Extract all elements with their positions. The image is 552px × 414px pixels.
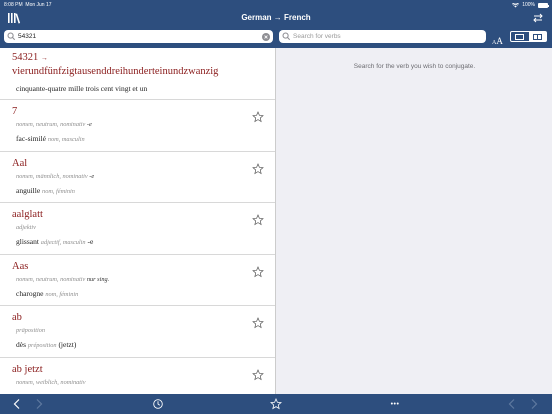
entry-number: 54321 → bbox=[12, 52, 48, 63]
battery-icon bbox=[538, 2, 549, 8]
entry-headword: Aal bbox=[12, 157, 28, 169]
forward-icon[interactable] bbox=[33, 398, 45, 410]
status-date: Mon Jun 17 bbox=[25, 2, 52, 8]
bottom-toolbar: ••• bbox=[0, 394, 552, 414]
list-item[interactable]: aalglatt adjektiv glissant adjectif, mas… bbox=[0, 203, 275, 255]
entry-headword: vierundfünfzigtausenddreihunderteinundzw… bbox=[12, 66, 219, 77]
font-size-large-label: A bbox=[496, 36, 503, 46]
star-icon[interactable] bbox=[252, 111, 264, 123]
search-icon bbox=[282, 32, 291, 41]
dictionary-search-field[interactable]: 54321 bbox=[4, 30, 273, 43]
star-icon[interactable] bbox=[252, 368, 264, 381]
next-entry-icon[interactable] bbox=[528, 398, 540, 410]
list-item[interactable]: 7 nomen, neutrum, nominativ -e fac-simil… bbox=[0, 100, 275, 152]
star-icon[interactable] bbox=[252, 162, 264, 175]
star-icon[interactable] bbox=[252, 265, 264, 278]
entry-grammar: nomen, weiblich, nominativ bbox=[16, 378, 86, 386]
entry-headword: ab bbox=[12, 312, 22, 323]
detail-pane: Search for the verb you wish to conjugat… bbox=[277, 48, 552, 394]
font-size-button[interactable]: AA bbox=[492, 31, 503, 49]
split-pane-icon bbox=[532, 33, 542, 40]
verb-search-input[interactable]: Search for verbs bbox=[293, 33, 486, 40]
entry-headword: aalglatt bbox=[12, 209, 43, 220]
star-icon[interactable] bbox=[252, 214, 264, 226]
entry-headword: 7 bbox=[12, 106, 18, 117]
wifi-icon bbox=[512, 2, 520, 7]
favorites-icon[interactable] bbox=[270, 398, 282, 410]
status-right: 100% bbox=[512, 2, 549, 8]
verb-search-field[interactable]: Search for verbs bbox=[279, 30, 486, 43]
star-icon[interactable] bbox=[252, 317, 264, 329]
entry-translation: glissant adjectif, masculin -e bbox=[16, 237, 94, 246]
entry-translation: fac-similé nom, masculin bbox=[16, 134, 85, 143]
status-bar: 8:08 PM Mon Jun 17 100% bbox=[0, 0, 552, 9]
list-item[interactable]: ab präposition dès préposition (jetzt) bbox=[0, 306, 275, 358]
more-icon[interactable]: ••• bbox=[387, 398, 403, 410]
clear-search-icon[interactable] bbox=[262, 32, 270, 41]
entry-grammar: präposition bbox=[16, 327, 46, 334]
arrow-icon: → bbox=[40, 54, 48, 62]
entry-grammar: nomen, männlich, nominativ -e bbox=[16, 172, 95, 180]
list-item[interactable]: 54321 → vierundfünfzigtausenddreihundert… bbox=[0, 48, 275, 100]
history-icon[interactable] bbox=[152, 398, 164, 410]
single-pane-layout-button[interactable] bbox=[511, 32, 529, 41]
page-title: German → French bbox=[241, 13, 311, 22]
navigation-bar: 8:08 PM Mon Jun 17 100% German → French … bbox=[0, 0, 552, 48]
entry-translation: charogne nom, féminin bbox=[16, 288, 79, 298]
split-pane-layout-button[interactable] bbox=[528, 32, 546, 41]
previous-entry-icon[interactable] bbox=[506, 398, 518, 410]
search-input[interactable]: 54321 bbox=[18, 33, 262, 40]
entry-translation: cinquante-quatre mille trois cent vingt … bbox=[16, 84, 148, 93]
layout-segmented-control[interactable] bbox=[510, 31, 547, 42]
entry-headword: ab jetzt bbox=[12, 363, 43, 375]
list-item[interactable]: Aas nomen, neutrum, nominativ nur sing. … bbox=[0, 255, 275, 306]
swap-languages-icon[interactable] bbox=[532, 12, 544, 24]
entry-grammar: nomen, neutrum, nominativ nur sing. bbox=[16, 275, 110, 283]
entry-translation: anguille nom, féminin bbox=[16, 185, 75, 195]
search-icon bbox=[7, 32, 16, 41]
conjugation-hint: Search for the verb you wish to conjugat… bbox=[353, 63, 476, 70]
entry-grammar: adjektiv bbox=[16, 224, 36, 231]
entry-headword: Aas bbox=[12, 260, 29, 272]
list-item[interactable]: ab jetzt nomen, weiblich, nominativ bbox=[0, 358, 275, 395]
entry-grammar: nomen, neutrum, nominativ -e bbox=[16, 121, 92, 128]
list-item[interactable]: Aal nomen, männlich, nominativ -e anguil… bbox=[0, 152, 275, 203]
entries-list[interactable]: 54321 → vierundfünfzigtausenddreihundert… bbox=[0, 48, 276, 394]
back-icon[interactable] bbox=[11, 398, 23, 410]
battery-percent: 100% bbox=[522, 2, 535, 8]
status-time: 8:08 PM Mon Jun 17 bbox=[4, 2, 52, 8]
single-pane-icon bbox=[515, 33, 525, 40]
entry-translation: dès préposition (jetzt) bbox=[16, 340, 77, 349]
